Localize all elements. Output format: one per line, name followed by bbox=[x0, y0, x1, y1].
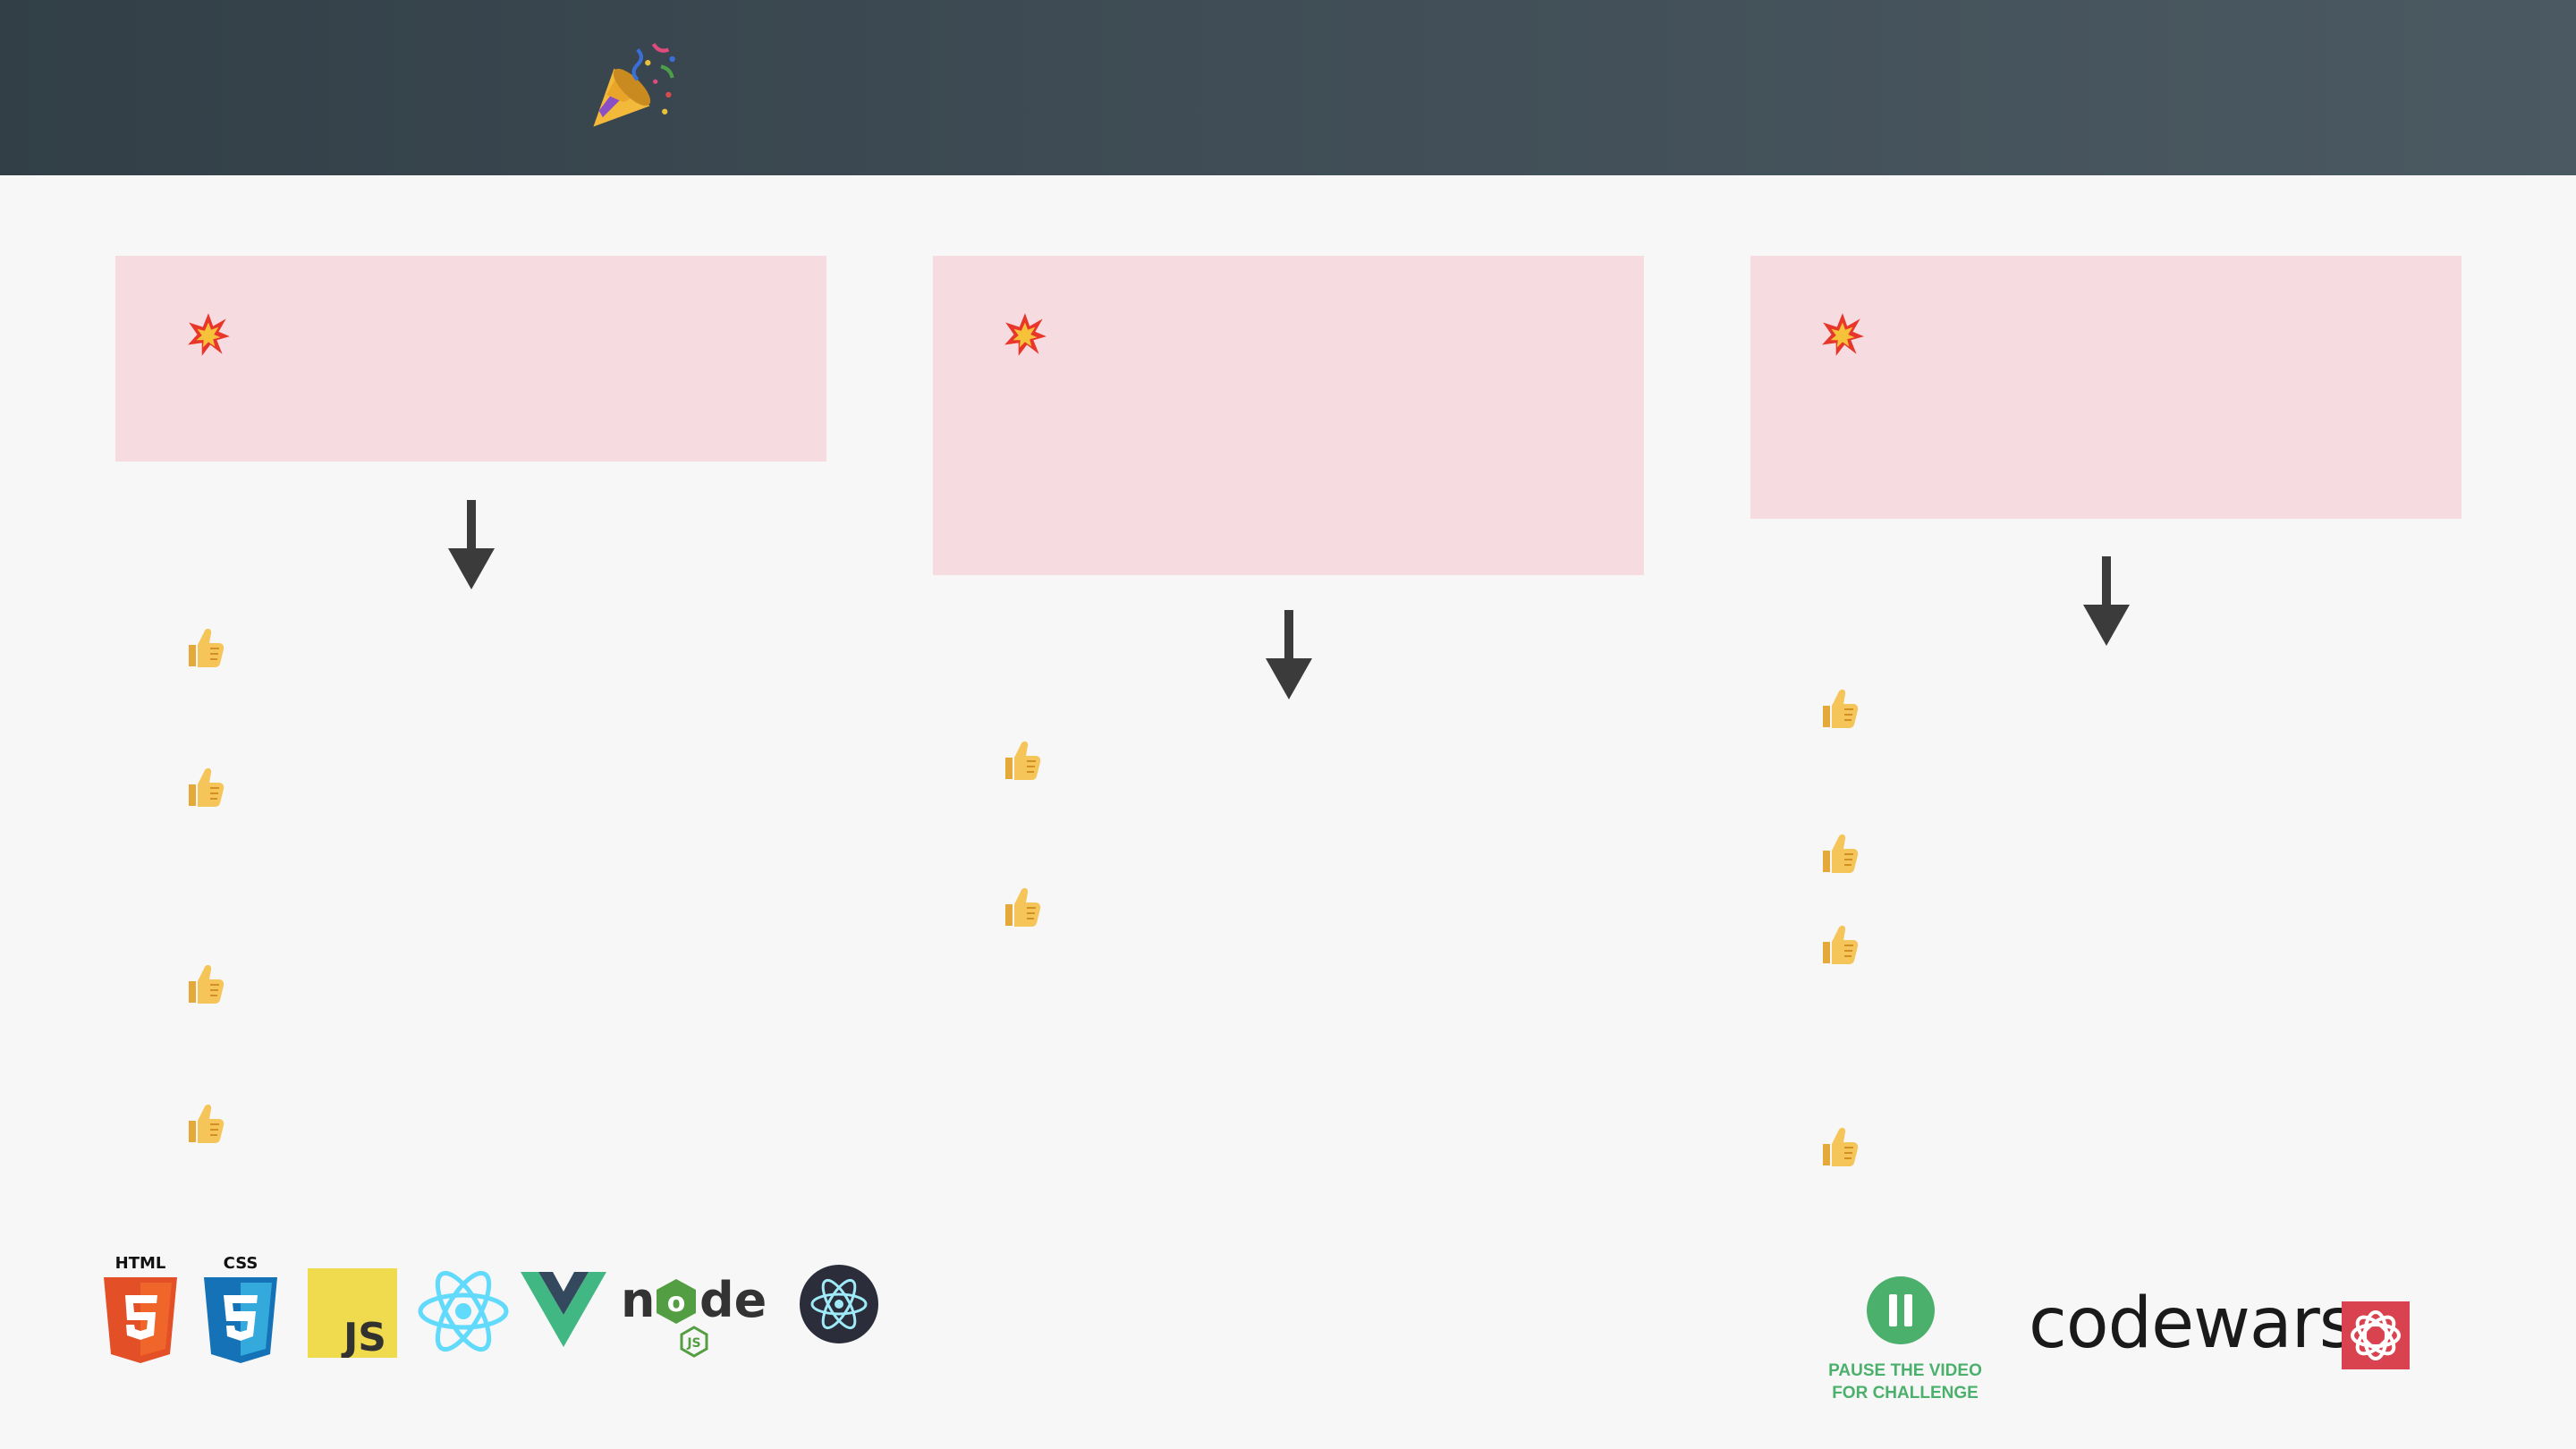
css3-logo: CSS bbox=[204, 1254, 277, 1363]
thumbs-up-icon bbox=[189, 1104, 225, 1143]
card-1 bbox=[115, 256, 826, 462]
svg-text:n: n bbox=[621, 1272, 655, 1328]
svg-text:JS: JS bbox=[686, 1336, 700, 1351]
thumbs-up-icon bbox=[1823, 1127, 1859, 1166]
html5-logo: HTML bbox=[104, 1254, 177, 1363]
thumbs-up-icon bbox=[1823, 925, 1859, 964]
arrow-down-icon bbox=[1266, 610, 1312, 699]
svg-text:CSS: CSS bbox=[224, 1254, 258, 1273]
thumbs-up-icon bbox=[1005, 741, 1041, 780]
thumbs-up-icon bbox=[1005, 887, 1041, 927]
arrow-down-icon bbox=[448, 500, 495, 589]
thumbs-up-icon bbox=[1823, 689, 1859, 728]
svg-text:JS: JS bbox=[341, 1315, 386, 1358]
arrow-down-icon bbox=[2083, 556, 2130, 646]
pause-icon bbox=[1867, 1276, 1935, 1344]
thumbs-up-icon bbox=[1823, 834, 1859, 873]
thumbs-up-icon bbox=[189, 767, 225, 807]
card-2 bbox=[933, 256, 1644, 575]
party-popper-icon bbox=[593, 43, 675, 127]
svg-text:de: de bbox=[699, 1272, 767, 1328]
pause-caption: PAUSE THE VIDEO FOR CHALLENGE bbox=[1807, 1360, 2004, 1404]
collision-icon bbox=[188, 313, 230, 356]
header-bar bbox=[0, 0, 2576, 175]
javascript-logo: JS bbox=[308, 1268, 397, 1358]
thumbs-up-icon bbox=[189, 628, 225, 667]
card-3 bbox=[1750, 256, 2462, 519]
pause-line-1: PAUSE THE VIDEO bbox=[1828, 1361, 1982, 1380]
nodejs-logo: n o de JS bbox=[621, 1272, 767, 1358]
collision-icon bbox=[1004, 313, 1046, 356]
react-logo bbox=[418, 1270, 509, 1352]
vue-logo bbox=[521, 1272, 606, 1347]
pause-line-2: FOR CHALLENGE bbox=[1832, 1384, 1979, 1402]
svg-text:o: o bbox=[667, 1287, 686, 1318]
codewars-logo-icon bbox=[2342, 1301, 2410, 1369]
codewars-wordmark: codewars bbox=[2029, 1284, 2355, 1364]
collision-icon bbox=[1822, 313, 1864, 356]
tech-logos: HTML CSS JS n o de JS bbox=[100, 1252, 887, 1368]
svg-text:HTML: HTML bbox=[115, 1254, 166, 1273]
thumbs-up-icon bbox=[189, 964, 225, 1004]
electron-logo bbox=[800, 1265, 878, 1343]
